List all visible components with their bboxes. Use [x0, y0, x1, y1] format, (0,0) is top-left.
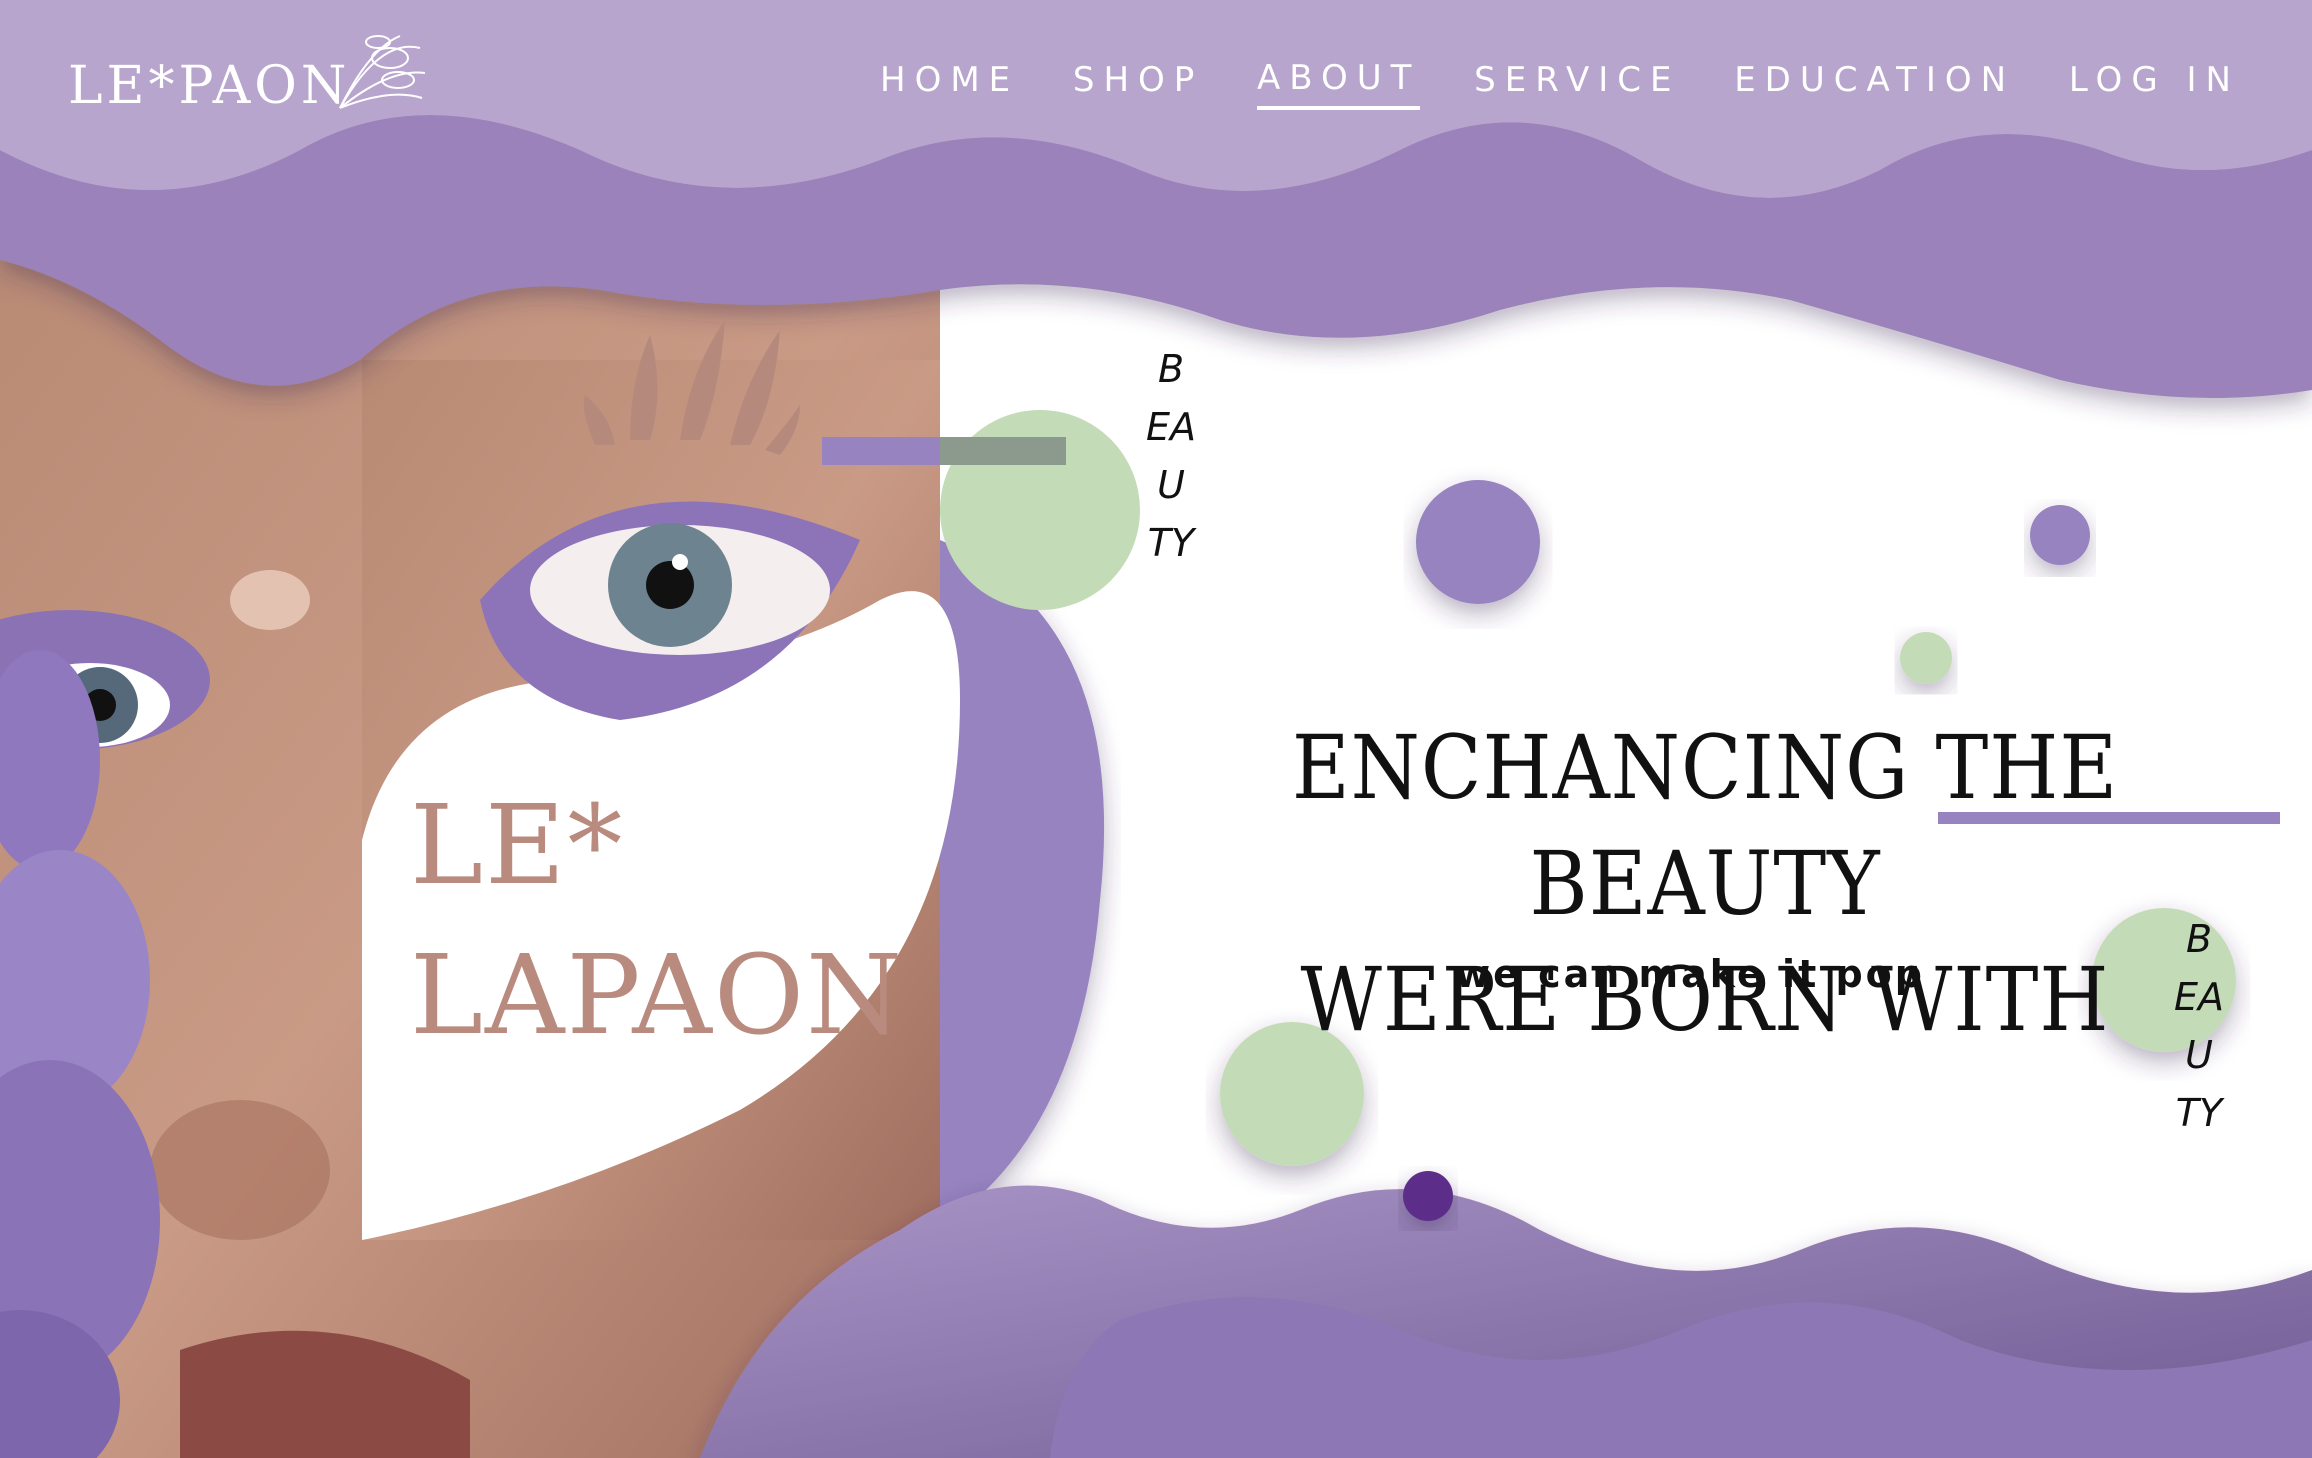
cheek-highlight [230, 570, 310, 630]
nav-shop[interactable]: SHOP [1073, 60, 1203, 108]
card-brand-line1: LE* [410, 781, 625, 909]
nose-shape [150, 1100, 330, 1240]
nav-about[interactable]: ABOUT [1257, 58, 1421, 110]
nav-home[interactable]: HOME [880, 60, 1019, 108]
dot-purple [1416, 480, 1540, 604]
logo-text[interactable]: LE*PAON [68, 56, 350, 116]
nav-login[interactable]: LOG IN [2069, 60, 2240, 108]
dot-green [1900, 632, 1952, 684]
beauty-underline [1938, 812, 2280, 824]
dot-purple [2030, 505, 2090, 565]
nav-education[interactable]: EDUCATION [1734, 60, 2015, 108]
card-backdrop-curve [935, 540, 1105, 1230]
peacock-feather-icon [339, 35, 426, 109]
hero-tagline: we can make it pop [1455, 952, 1925, 996]
main-nav: HOME SHOP ABOUT SERVICE EDUCATION LOG IN [880, 58, 2240, 110]
hero-headline: ENCHANCING THE BEAUTY WERE BORN WITH [1130, 710, 2280, 1058]
card-brand-line2: LAPAON [410, 931, 905, 1059]
vertical-word-1: BEAUTY [1146, 347, 1197, 565]
card-brand: LE* LAPAON [410, 770, 904, 1070]
hero-headline-line1: ENCHANCING THE BEAUTY [1291, 716, 2119, 935]
dot-deep [1403, 1171, 1453, 1221]
accent-bar-overlay [940, 437, 1066, 465]
nav-service[interactable]: SERVICE [1474, 60, 1680, 108]
